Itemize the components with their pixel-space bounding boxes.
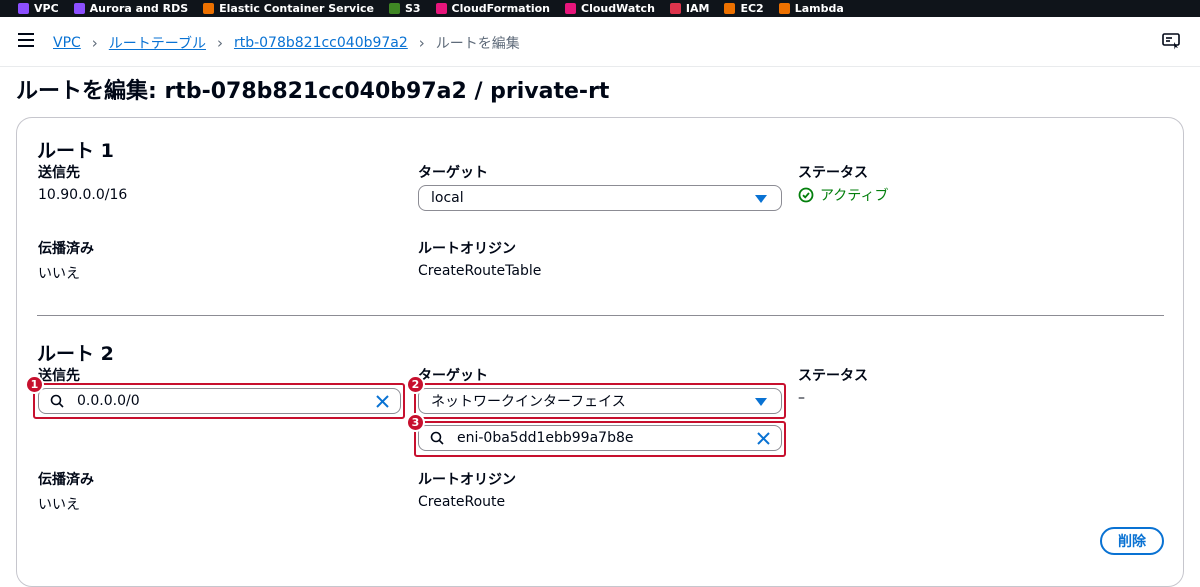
favorite-label: IAM [685,2,710,15]
rds-icon [73,3,85,14]
chevron-right-icon: › [216,34,223,52]
chevron-right-icon: › [91,34,98,52]
route-2-destination-input[interactable]: 0.0.0.0/0 [38,388,401,414]
favorite-lambda[interactable]: Lambda [778,2,844,15]
breadcrumb-vpc[interactable]: VPC [53,35,81,51]
delete-route-button[interactable]: 削除 [1100,527,1164,555]
favorite-label: EC2 [740,2,764,15]
step-marker-2: 2 [406,375,425,394]
favorite-ecs[interactable]: Elastic Container Service [203,2,374,15]
route-1-propagated-value: いいえ [38,266,80,282]
favorite-ec2[interactable]: EC2 [724,2,764,15]
step-marker-1: 1 [25,375,44,394]
favorite-cloudformation[interactable]: CloudFormation [435,2,551,15]
route-1-target-select[interactable]: local [418,185,782,211]
route-1-status: アクティブ [798,185,888,205]
route-2-propagated-label: 伝播済み [38,472,94,488]
side-panel-icon[interactable] [1162,33,1180,50]
page-title: ルートを編集: rtb-078b821cc040b97a2 / private-… [16,79,610,104]
vpc-icon [18,3,29,14]
favorite-cloudwatch[interactable]: CloudWatch [565,2,655,15]
favorite-aurora-rds[interactable]: Aurora and RDS [73,2,189,15]
route-2-origin-value: CreateRoute [418,494,506,510]
route-1-target-value: local [431,190,464,206]
favorite-s3[interactable]: S3 [388,2,421,15]
favorite-label: Elastic Container Service [219,2,374,15]
check-circle-icon [798,187,814,203]
route-1-destination-value: 10.90.0.0/16 [38,187,128,203]
favorite-label: Aurora and RDS [89,2,189,15]
route-1-status-text: アクティブ [820,188,889,204]
search-icon [430,431,444,445]
breadcrumb-bar: VPC › ルートテーブル › rtb-078b821cc040b97a2 › … [0,17,1200,67]
route-1-destination-label: 送信先 [38,165,80,181]
route-1-target-label: ターゲット [418,165,488,181]
route-2-heading: ルート 2 [37,343,114,365]
route-2-target-select[interactable]: ネットワークインターフェイス [418,388,782,414]
ecs-icon [203,3,215,14]
caret-down-icon [755,398,767,406]
favorite-label: S3 [404,2,421,15]
route-2-status-value: – [798,390,805,406]
favorites-bar: VPC Aurora and RDS Elastic Container Ser… [0,0,1200,17]
route-2-destination-value: 0.0.0.0/0 [77,393,140,409]
ec2-icon [724,3,736,14]
route-divider [37,315,1164,316]
breadcrumb-current: ルートを編集 [435,36,520,52]
lambda-icon [778,3,790,14]
caret-down-icon [755,195,767,203]
clear-icon[interactable] [756,431,771,446]
favorite-iam[interactable]: IAM [669,2,710,15]
step-marker-3: 3 [406,413,425,432]
iam-icon [669,3,681,14]
route-2-origin-label: ルートオリジン [418,472,516,488]
cloudwatch-icon [565,3,577,14]
favorite-label: VPC [34,2,59,15]
route-2-target-id-input[interactable]: eni-0ba5dd1ebb99a7b8e [418,425,782,451]
route-2-propagated-value: いいえ [38,497,80,513]
menu-icon[interactable] [18,33,34,47]
breadcrumb-route-table-id[interactable]: rtb-078b821cc040b97a2 [234,35,408,51]
clear-icon[interactable] [375,394,390,409]
route-1-propagated-label: 伝播済み [38,241,94,257]
route-2-target-label: ターゲット [418,368,488,384]
breadcrumb-route-tables[interactable]: ルートテーブル [109,33,206,53]
favorite-label: CloudFormation [451,2,551,15]
s3-icon [388,3,400,14]
favorite-label: CloudWatch [581,2,655,15]
chevron-right-icon: › [418,34,425,52]
cloudformation-icon [435,3,447,14]
route-1-heading: ルート 1 [37,140,114,162]
route-1-origin-value: CreateRouteTable [418,263,542,279]
route-2-target-value: ネットワークインターフェイス [431,394,626,410]
favorite-vpc[interactable]: VPC [18,2,59,15]
route-2-destination-label: 送信先 [38,368,80,384]
routes-container: ルート 1 送信先 10.90.0.0/16 ターゲット local ステータス… [16,117,1184,587]
route-1-origin-label: ルートオリジン [418,241,516,257]
breadcrumb: VPC › ルートテーブル › rtb-078b821cc040b97a2 › … [53,33,520,53]
route-2-target-id-value: eni-0ba5dd1ebb99a7b8e [457,430,634,446]
search-icon [50,394,64,408]
route-1-status-label: ステータス [798,165,868,181]
route-2-status-label: ステータス [798,368,868,384]
favorite-label: Lambda [794,2,844,15]
